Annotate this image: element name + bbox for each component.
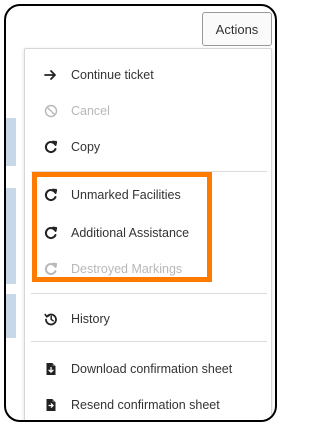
cancel-icon (43, 103, 59, 119)
menu-item-continue-ticket[interactable]: Continue ticket (25, 57, 271, 93)
file-download-icon (43, 361, 59, 377)
menu-item-additional-assistance[interactable]: Additional Assistance (25, 215, 271, 251)
menu-divider (31, 171, 267, 172)
menu-divider (31, 293, 267, 294)
menu-item-label: History (71, 312, 110, 326)
copy-refresh-icon (43, 139, 59, 155)
menu-item-unmarked-facilities[interactable]: Unmarked Facilities (25, 177, 271, 213)
background-strip (6, 118, 16, 166)
file-send-icon (43, 397, 59, 413)
menu-item-label: Cancel (71, 104, 110, 118)
copy-refresh-icon (43, 225, 59, 241)
actions-menu: Continue ticket Cancel Copy Unmarked Fac… (24, 48, 272, 420)
menu-item-label: Copy (71, 140, 101, 154)
copy-refresh-icon (43, 187, 59, 203)
menu-item-destroyed-markings[interactable]: Destroyed Markings (25, 251, 271, 287)
actions-button[interactable]: Actions (202, 12, 272, 46)
menu-item-download-confirmation-sheet[interactable]: Download confirmation sheet (25, 351, 271, 387)
history-icon (43, 311, 59, 327)
arrow-right-icon (43, 67, 59, 83)
menu-item-label: Resend confirmation sheet (71, 398, 220, 412)
menu-item-label: Destroyed Markings (71, 262, 183, 276)
menu-item-label: Continue ticket (71, 68, 154, 82)
menu-item-label: Additional Assistance (71, 226, 190, 240)
menu-divider (31, 341, 267, 342)
background-strip (6, 188, 16, 284)
menu-item-label: Unmarked Facilities (71, 188, 181, 202)
menu-item-resend-confirmation-sheet[interactable]: Resend confirmation sheet (25, 387, 271, 420)
copy-refresh-icon (43, 261, 59, 277)
background-strip (6, 294, 16, 338)
menu-item-history[interactable]: History (25, 301, 271, 337)
screenshot-frame: Actions Continue ticket Cancel Copy Unma… (4, 4, 277, 422)
menu-item-cancel[interactable]: Cancel (25, 93, 271, 129)
menu-item-label: Download confirmation sheet (71, 362, 233, 376)
menu-item-copy[interactable]: Copy (25, 129, 271, 165)
